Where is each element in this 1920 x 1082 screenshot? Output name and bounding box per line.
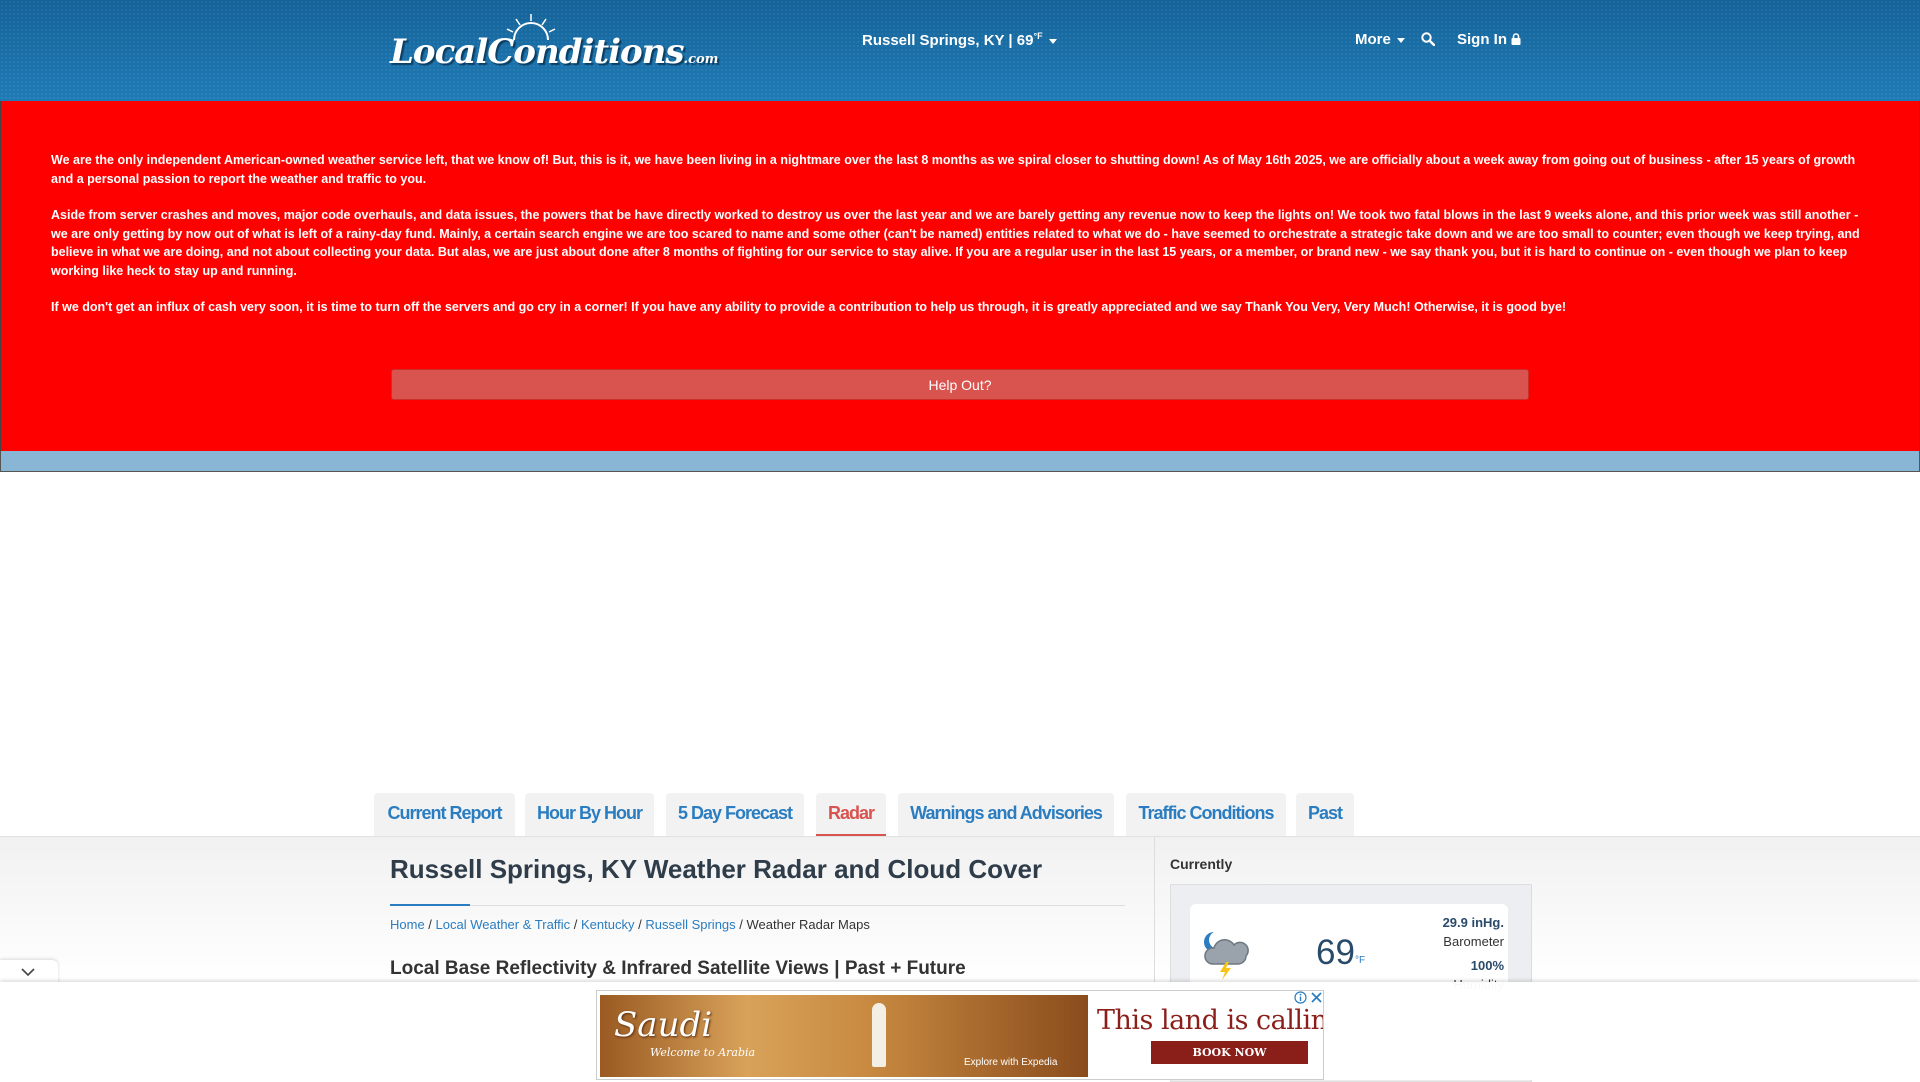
ad-info-icon[interactable] <box>1294 991 1307 1004</box>
notice-paragraph-1: We are the only independent American-own… <box>51 153 1856 186</box>
barometer-label: Barometer <box>1443 934 1504 949</box>
breadcrumb-separator: / <box>570 917 582 932</box>
notice-paragraph-2: Aside from server crashes and moves, maj… <box>51 208 1860 278</box>
search-button[interactable] <box>1421 32 1436 51</box>
ad-book-now-button[interactable]: BOOK NOW <box>1151 1041 1308 1064</box>
ad-figure <box>872 1003 886 1067</box>
tab-traffic-conditions[interactable]: Traffic Conditions <box>1126 793 1286 836</box>
ad-partner: Explore with Expedia <box>964 1057 1058 1068</box>
tab-5-day-forecast[interactable]: 5 Day Forecast <box>666 793 804 836</box>
currently-heading: Currently <box>1170 856 1233 872</box>
location-label: Russell Springs, KY | 69 <box>862 32 1034 49</box>
tab-current-report[interactable]: Current Report <box>374 793 515 836</box>
search-icon <box>1421 32 1436 47</box>
breadcrumb: Home / Local Weather & Traffic / Kentuck… <box>390 917 870 932</box>
title-accent-line <box>390 904 470 906</box>
logo-text: LocalConditions.com <box>390 32 719 72</box>
help-out-button[interactable]: Help Out? <box>391 369 1529 400</box>
page-title: Russell Springs, KY Weather Radar and Cl… <box>390 854 1043 884</box>
breadcrumb-current: Weather Radar Maps <box>746 917 870 932</box>
notice-paragraph-3: If we don't get an influx of cash very s… <box>51 300 1567 314</box>
ad-banner[interactable]: Saudi Welcome to Arabia Explore with Exp… <box>596 990 1324 1080</box>
more-menu[interactable]: More <box>1355 31 1405 48</box>
tab-hour-by-hour[interactable]: Hour By Hour <box>525 793 654 836</box>
ad-headline: This land is calling <box>1097 1005 1324 1036</box>
breadcrumb-russell-springs[interactable]: Russell Springs <box>645 917 735 932</box>
breadcrumb-separator: / <box>424 917 436 932</box>
title-divider <box>390 905 1125 906</box>
ad-welcome-text: Welcome to Arabia <box>650 1046 756 1059</box>
night-thunderstorm-icon <box>1204 932 1249 980</box>
breadcrumb-separator: / <box>735 917 747 932</box>
ad-brand: Saudi <box>614 1005 713 1045</box>
section-subtitle: Local Base Reflectivity & Infrared Satel… <box>390 958 966 979</box>
breadcrumb-home[interactable]: Home <box>390 917 425 932</box>
top-navbar: LocalConditions.com Russell Springs, KY … <box>0 0 1920 101</box>
tab-past[interactable]: Past <box>1296 793 1354 836</box>
humidity-value: 100% <box>1470 958 1504 973</box>
site-logo[interactable]: LocalConditions.com <box>388 12 718 76</box>
ad-close-icon[interactable] <box>1310 991 1323 1004</box>
tab-warnings-advisories[interactable]: Warnings and Advisories <box>898 793 1114 836</box>
caret-down-icon <box>1048 38 1057 44</box>
breadcrumb-separator: / <box>634 917 646 932</box>
tab-radar[interactable]: Radar <box>816 793 886 836</box>
temp-unit: °F <box>1033 31 1043 41</box>
current-temperature: 69 <box>1316 933 1355 972</box>
breadcrumb-local-weather[interactable]: Local Weather & Traffic <box>436 917 571 932</box>
ad-image: Saudi Welcome to Arabia Explore with Exp… <box>600 995 1088 1077</box>
temperature-unit: °F <box>1355 955 1366 966</box>
caret-down-icon <box>1396 37 1405 43</box>
breadcrumb-kentucky[interactable]: Kentucky <box>581 917 634 932</box>
location-dropdown[interactable]: Russell Springs, KY | 69°F <box>862 31 1057 49</box>
more-label: More <box>1355 31 1391 48</box>
lock-icon <box>1511 33 1521 45</box>
sign-in-link[interactable]: Sign In <box>1457 31 1521 48</box>
shutdown-notice: We are the only independent American-own… <box>0 101 1920 451</box>
barometer-value: 29.9 inHg. <box>1442 915 1504 930</box>
notice-bottom-strip <box>0 451 1920 472</box>
sign-in-label: Sign In <box>1457 31 1507 48</box>
